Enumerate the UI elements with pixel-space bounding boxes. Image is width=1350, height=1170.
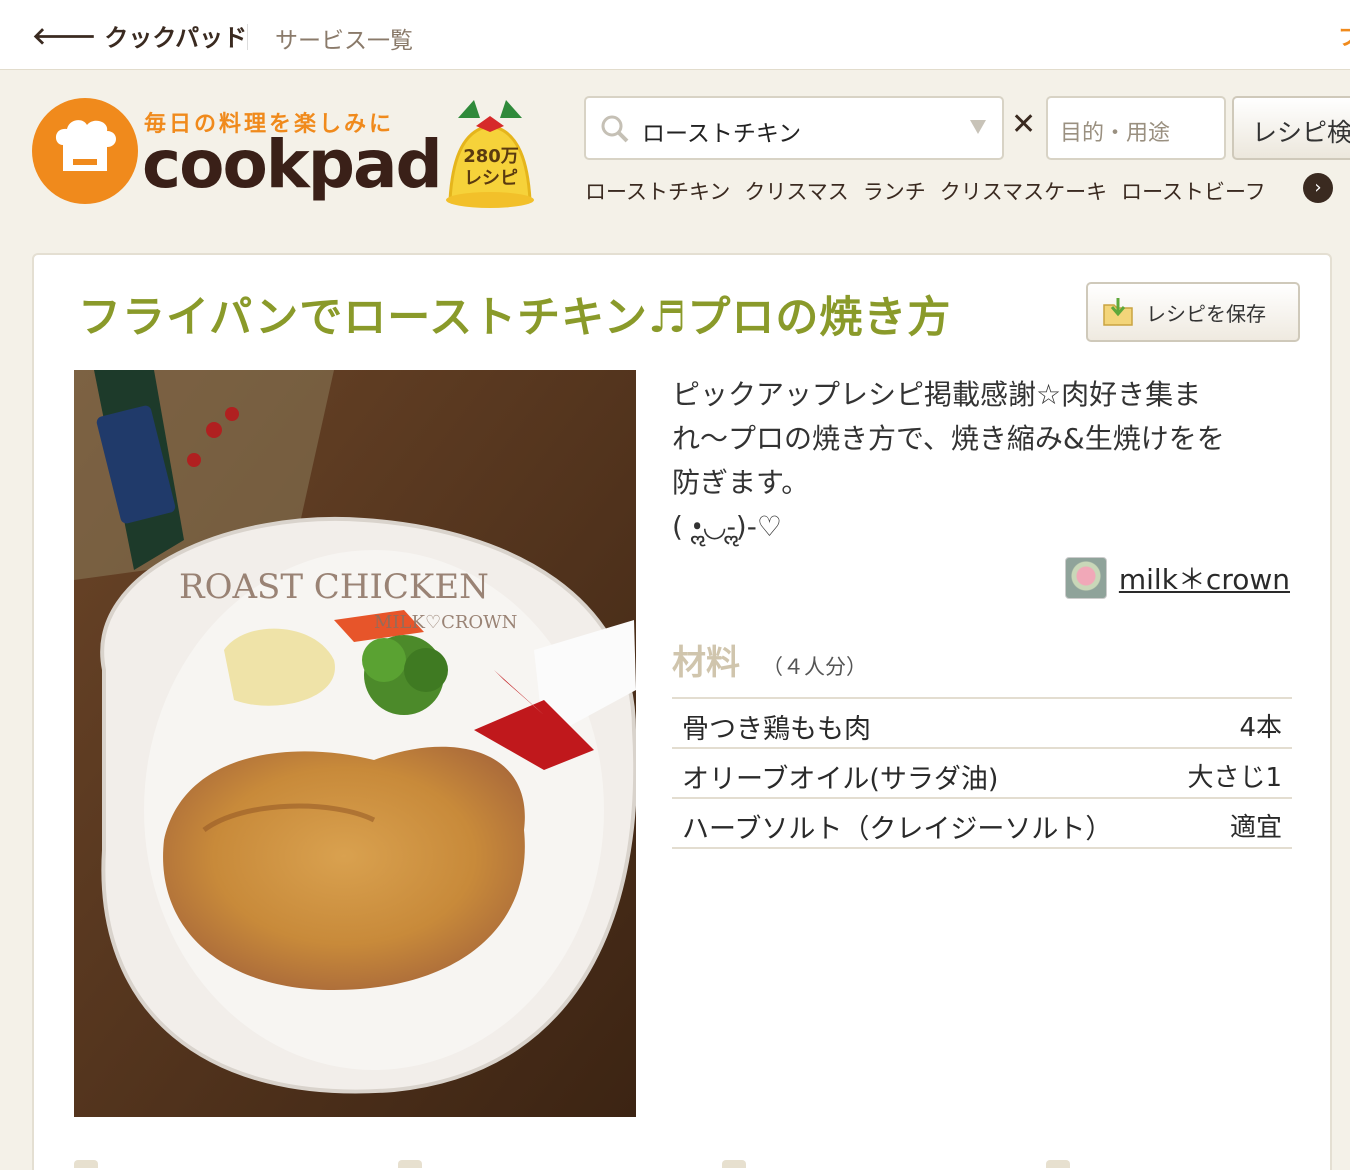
- chef-hat-icon: [32, 98, 138, 204]
- back-link-label: クックパッド: [104, 24, 248, 52]
- keyword-link[interactable]: クリスマス: [744, 176, 848, 206]
- ingredients-table: 骨つき鶏もも肉 4本 オリーブオイル(サラダ油) 大さじ1 ハーブソルト（クレイ…: [672, 697, 1292, 849]
- keywords-next-icon[interactable]: ›: [1303, 173, 1333, 203]
- photo-watermark: ROAST CHICKEN: [179, 567, 489, 607]
- ingredient-name: オリーブオイル(サラダ油): [682, 764, 999, 795]
- recipe-title: フライパンでローストチキン♬プロの焼き方: [78, 293, 952, 343]
- description-line: ( •ॢ◡-ॢ)-♡: [672, 510, 782, 543]
- photo-watermark-sub: MILK♡CROWN: [374, 612, 517, 633]
- topbar-edge-mark: フ: [1338, 26, 1350, 50]
- folder-save-icon: [1103, 298, 1133, 326]
- recipe-photo[interactable]: ROAST CHICKEN MILK♡CROWN: [74, 370, 636, 1117]
- ingredient-name: ハーブソルト（クレイジーソルト）: [682, 814, 1113, 845]
- topbar-divider: [247, 24, 248, 50]
- keyword-link[interactable]: ローストビーフ: [1121, 176, 1266, 206]
- ingredient-quantity: 適宜: [1229, 813, 1282, 843]
- badge-count: 280万: [463, 146, 519, 167]
- ingredient-quantity: 大さじ1: [1187, 763, 1282, 793]
- description-line: れ〜プロの焼き方で、焼き縮み&生焼けをを: [672, 422, 1225, 455]
- search-input[interactable]: ローストチキン: [584, 96, 1004, 160]
- top-bar: 🡐 クックパッド サービス一覧 フ: [0, 0, 1350, 70]
- search-history-dropdown-icon[interactable]: [970, 120, 986, 134]
- recipe-search-button[interactable]: レシピ検索: [1232, 96, 1350, 160]
- purpose-input[interactable]: 目的・用途: [1046, 96, 1226, 160]
- cookpad-logo[interactable]: 毎日の料理を楽しみに cookpad 280万 レシピ: [32, 96, 552, 214]
- purpose-placeholder: 目的・用途: [1060, 121, 1171, 146]
- ingredient-name: 骨つき鶏もも肉: [682, 714, 871, 745]
- author-avatar: [1064, 557, 1107, 599]
- section-tab-edge: [1046, 1160, 1070, 1168]
- logo-wordmark: cookpad: [142, 126, 443, 203]
- keyword-link[interactable]: ローストチキン: [585, 176, 730, 206]
- service-list-link[interactable]: サービス一覧: [275, 21, 413, 55]
- save-recipe-button[interactable]: レシピを保存: [1086, 282, 1300, 342]
- next-section-edge: [74, 1160, 1294, 1168]
- popular-keywords: ローストチキン クリスマス ランチ クリスマスケーキ ローストビーフ: [585, 176, 1266, 206]
- clear-search-icon[interactable]: ✕: [1011, 107, 1036, 142]
- ingredients-header: 材料 （４人分）: [672, 635, 867, 684]
- description-line: 防ぎます。: [672, 466, 810, 499]
- search-icon: [601, 115, 629, 143]
- search-query-value: ローストチキン: [642, 121, 802, 147]
- save-recipe-label: レシピを保存: [1146, 301, 1266, 326]
- section-tab-edge: [722, 1160, 746, 1168]
- ingredient-row: オリーブオイル(サラダ油) 大さじ1: [672, 749, 1292, 799]
- badge-label: レシピ: [464, 168, 518, 189]
- section-tab-edge: [74, 1160, 98, 1168]
- ingredient-row: ハーブソルト（クレイジーソルト） 適宜: [672, 799, 1292, 849]
- keyword-link[interactable]: ランチ: [863, 176, 926, 206]
- author-link[interactable]: milk＊crown: [1064, 557, 1290, 599]
- ingredient-quantity: 4本: [1239, 713, 1282, 743]
- recipe-description: ピックアップレシピ掲載感謝☆肉好き集ま れ〜プロの焼き方で、焼き縮み&生焼けをを…: [672, 373, 1282, 549]
- ingredient-row: 骨つき鶏もも肉 4本: [672, 699, 1292, 749]
- keyword-link[interactable]: クリスマスケーキ: [940, 176, 1107, 206]
- ingredients-title: 材料: [672, 643, 740, 683]
- recipe-panel: フライパンでローストチキン♬プロの焼き方 レシピを保存 ROAST CHICKE…: [32, 253, 1332, 1170]
- description-line: ピックアップレシピ掲載感謝☆肉好き集ま: [672, 378, 1202, 411]
- back-arrow-icon: 🡐: [32, 22, 97, 50]
- section-tab-edge: [398, 1160, 422, 1168]
- author-name: milk＊crown: [1118, 563, 1290, 596]
- back-to-cookpad-link[interactable]: 🡐 クックパッド: [32, 18, 247, 53]
- ingredients-servings: （４人分）: [762, 655, 867, 679]
- recipe-count-badge: 280万 レシピ: [456, 146, 526, 190]
